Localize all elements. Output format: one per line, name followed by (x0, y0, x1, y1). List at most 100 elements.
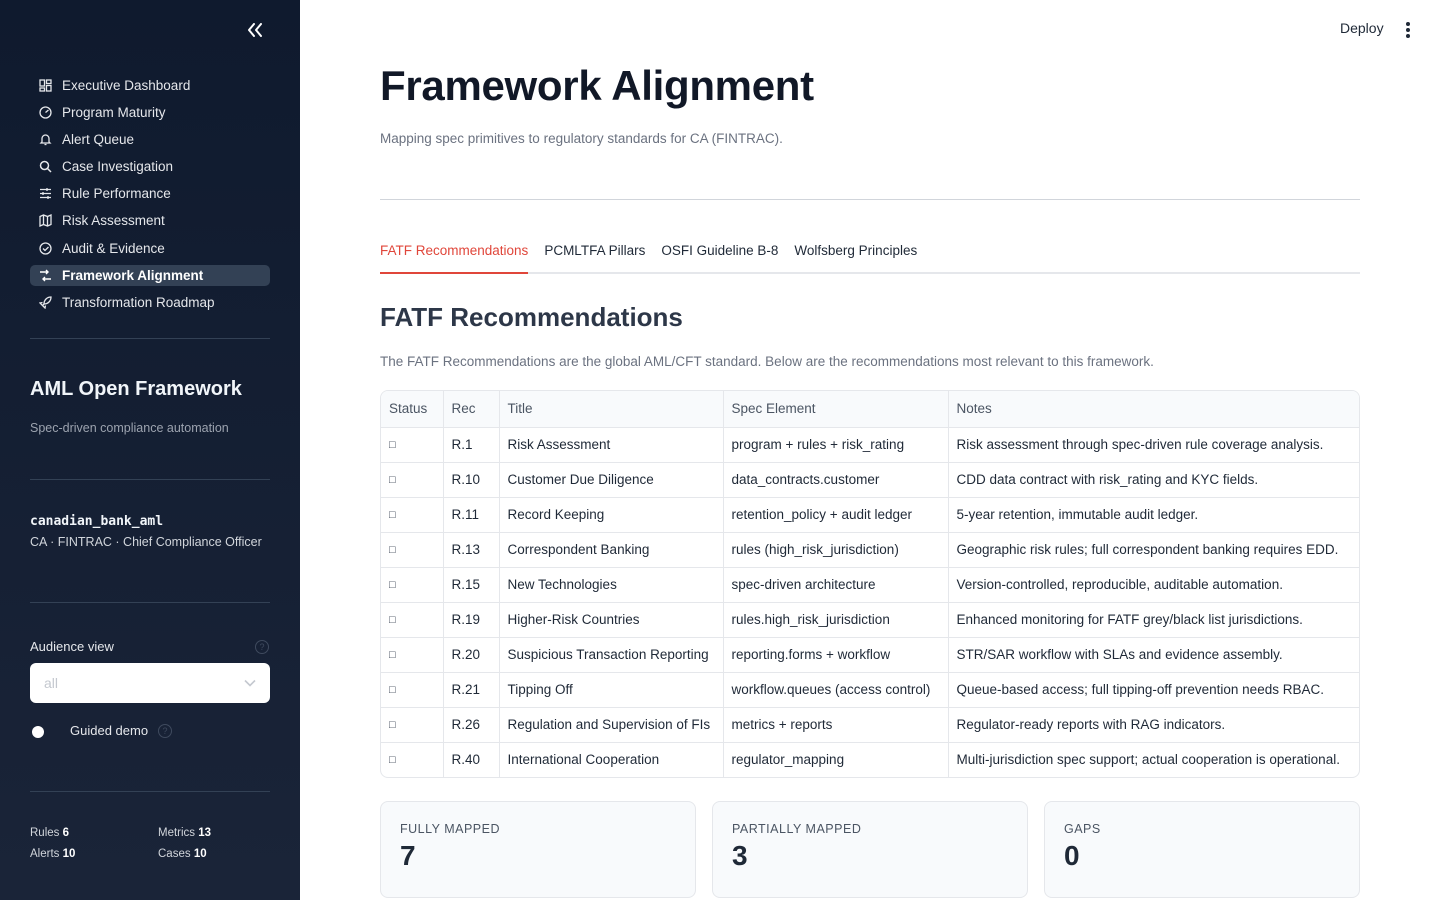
table-row: □ R.20 Suspicious Transaction Reporting … (381, 637, 1359, 673)
stat-rules: Rules 6 (30, 827, 69, 839)
brand-title: AML Open Framework (30, 378, 242, 400)
bell-icon (38, 133, 52, 147)
table-cell-title: Tipping Off (499, 672, 724, 708)
audience-view-label: Audience view (30, 639, 114, 654)
header-divider (380, 199, 1360, 200)
org-meta: CA · FINTRAC · Chief Compliance Officer (30, 535, 262, 549)
collapse-sidebar-icon[interactable] (244, 19, 266, 41)
fatf-table: Status Rec Title Spec Element Notes □ R.… (380, 390, 1360, 778)
table-cell-notes: Queue-based access; full tipping-off pre… (948, 672, 1359, 708)
status-icon: □ (381, 427, 444, 463)
stat-label: Cases (158, 848, 191, 860)
sidebar-item-transformation-roadmap[interactable]: Transformation Roadmap (30, 292, 270, 313)
sidebar-divider (30, 338, 270, 339)
metric-card-gaps: GAPS 0 (1044, 801, 1360, 898)
tab-fatf-recommendations[interactable]: FATF Recommendations (380, 232, 529, 274)
map-icon (38, 214, 52, 228)
sidebar-divider (30, 602, 270, 603)
sidebar-item-rule-performance[interactable]: Rule Performance (30, 183, 270, 204)
status-icon: □ (381, 707, 444, 743)
metric-label: PARTIALLY MAPPED (732, 822, 862, 836)
table-cell-notes: Version-controlled, reproducible, audita… (948, 567, 1359, 603)
column-header-rec[interactable]: Rec (443, 391, 500, 428)
guided-demo-toggle[interactable] (30, 722, 62, 742)
help-icon[interactable]: ? (255, 640, 269, 654)
sidebar-item-label: Transformation Roadmap (62, 294, 215, 310)
tab-osfi-guideline-b8[interactable]: OSFI Guideline B-8 (661, 232, 778, 274)
column-header-spec-element[interactable]: Spec Element (723, 391, 949, 428)
sidebar-divider (30, 791, 270, 792)
column-header-title[interactable]: Title (499, 391, 724, 428)
deploy-button[interactable]: Deploy (1340, 20, 1384, 36)
sidebar-item-audit-evidence[interactable]: Audit & Evidence (30, 238, 270, 259)
sidebar-item-label: Rule Performance (62, 186, 171, 202)
table-cell-rec: R.21 (443, 672, 500, 708)
table-cell-rec: R.1 (443, 427, 500, 463)
sidebar-item-program-maturity[interactable]: Program Maturity (30, 102, 270, 123)
table-cell-title: Record Keeping (499, 497, 724, 533)
status-icon: □ (381, 497, 444, 533)
table-cell-title: International Cooperation (499, 742, 724, 777)
table-cell-spec-element: spec-driven architecture (723, 567, 949, 603)
guided-demo-label: Guided demo (70, 723, 149, 738)
table-cell-notes: CDD data contract with risk_rating and K… (948, 462, 1359, 498)
table-cell-spec-element: data_contracts.customer (723, 462, 949, 498)
status-icon: □ (381, 532, 444, 568)
table-cell-notes: Multi-jurisdiction spec support; actual … (956, 752, 1340, 768)
stat-value: 10 (193, 848, 207, 860)
table-row: □ R.15 New Technologies spec-driven arch… (381, 567, 1359, 603)
sidebar: Executive Dashboard Program Maturity Ale… (0, 0, 300, 900)
table-cell-title: Suspicious Transaction Reporting (499, 637, 724, 673)
table-cell-spec-element: metrics + reports (723, 707, 949, 743)
metric-value: 0 (1064, 840, 1080, 871)
metric-card-fully-mapped: FULLY MAPPED 7 (380, 801, 696, 898)
table-row: □ R.26 Regulation and Supervision of FIs… (381, 707, 1359, 743)
column-header-status[interactable]: Status (381, 391, 444, 428)
table-cell-rec: R.11 (443, 497, 500, 533)
sidebar-item-case-investigation[interactable]: Case Investigation (30, 156, 270, 177)
table-cell-title: Correspondent Banking (499, 532, 724, 568)
org-name: canadian_bank_aml (30, 514, 164, 529)
table-cell-rec: R.40 (443, 742, 500, 777)
stat-cases: Cases 10 (158, 848, 207, 860)
tab-wolfsberg-principles[interactable]: Wolfsberg Principles (794, 232, 917, 274)
toggle-knob (32, 726, 44, 738)
table-cell-rec: R.19 (443, 602, 500, 638)
metric-value: 7 (400, 840, 416, 871)
sidebar-item-label: Program Maturity (62, 105, 166, 121)
column-header-notes[interactable]: Notes (948, 391, 1359, 428)
table-cell-spec-element: retention_policy + audit ledger (723, 497, 949, 533)
table-cell-spec-element: program + rules + risk_rating (723, 427, 949, 463)
stat-alerts: Alerts 10 (30, 848, 75, 860)
table-row: □ R.19 Higher-Risk Countries rules.high_… (381, 602, 1359, 638)
sidebar-item-risk-assessment[interactable]: Risk Assessment (30, 210, 270, 231)
section-title: FATF Recommendations (380, 302, 683, 332)
metric-label: GAPS (1064, 822, 1101, 836)
table-cell-spec-element: reporting.forms + workflow (723, 637, 949, 673)
more-options-icon[interactable] (1399, 20, 1417, 40)
status-icon: □ (381, 567, 444, 603)
help-icon[interactable]: ? (158, 724, 172, 738)
audience-view-value: all (44, 675, 59, 691)
audience-view-select[interactable]: all (30, 663, 270, 703)
summary-cards: FULLY MAPPED 7 PARTIALLY MAPPED 3 GAPS 0 (380, 801, 1360, 898)
stat-value: 6 (62, 827, 70, 839)
verified-badge-icon (38, 241, 52, 255)
table-header-row: Status Rec Title Spec Element Notes (381, 391, 1359, 428)
stat-label: Rules (30, 827, 60, 839)
tab-pcmltfa-pillars[interactable]: PCMLTFA Pillars (544, 232, 645, 274)
page-title: Framework Alignment (380, 62, 814, 109)
metric-label: FULLY MAPPED (400, 822, 501, 836)
stat-value: 10 (62, 848, 76, 860)
sidebar-item-label: Audit & Evidence (62, 240, 165, 256)
table-cell-notes: Geographic risk rules; full corresponden… (948, 532, 1359, 568)
stat-label: Alerts (30, 848, 60, 860)
table-cell-title: Regulation and Supervision of FIs (499, 707, 724, 743)
table-cell-spec-element: rules.high_risk_jurisdiction (723, 602, 949, 638)
table-cell-title: Customer Due Diligence (499, 462, 724, 498)
sidebar-item-executive-dashboard[interactable]: Executive Dashboard (30, 75, 270, 96)
table-cell-spec-element: regulator_mapping (723, 742, 949, 777)
table-row: □ R.1 Risk Assessment program + rules + … (381, 427, 1359, 463)
sidebar-item-framework-alignment[interactable]: Framework Alignment (30, 264, 270, 286)
sidebar-item-alert-queue[interactable]: Alert Queue (30, 129, 270, 150)
